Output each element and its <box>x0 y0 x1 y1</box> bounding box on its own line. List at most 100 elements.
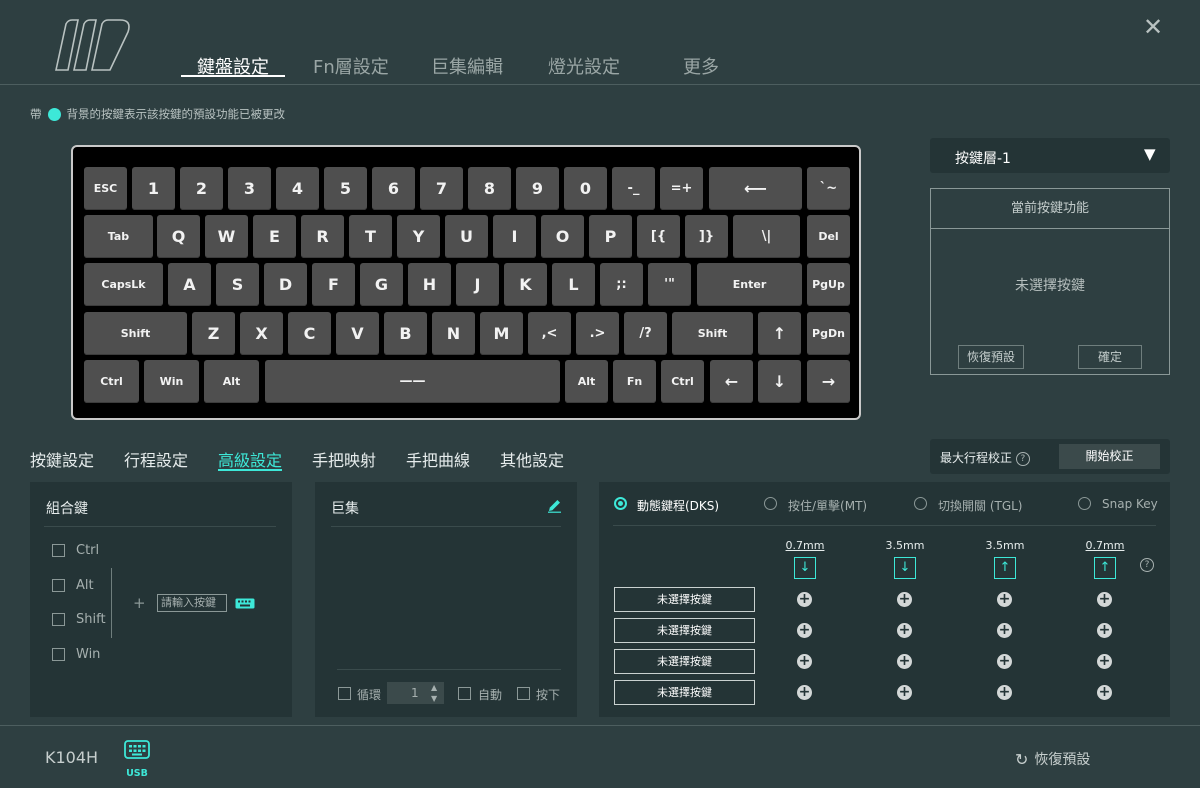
key-a-r2c1[interactable]: A <box>168 263 211 306</box>
key-n-r3c6[interactable]: N <box>432 312 475 355</box>
loop-stepper[interactable]: ▲ ▼ <box>431 682 437 704</box>
key-alt-r4c4[interactable]: Alt <box>565 360 608 403</box>
edit-pencil-icon[interactable] <box>547 498 562 513</box>
key-q-r1c1[interactable]: Q <box>157 215 200 258</box>
key-7-r0c7[interactable]: 7 <box>420 167 463 210</box>
key-o-r1c9[interactable]: O <box>541 215 584 258</box>
tab-macro-edit[interactable]: 巨集編輯 <box>431 53 503 79</box>
keyboard-icon[interactable] <box>235 598 255 609</box>
tab-more[interactable]: 更多 <box>683 53 719 79</box>
key-r1k11-r1c11[interactable]: [{ <box>637 215 680 258</box>
key-win-r4c1[interactable]: Win <box>144 360 199 403</box>
add-action-icon-r2c3[interactable]: + <box>997 623 1012 638</box>
key-v-r3c4[interactable]: V <box>336 312 379 355</box>
confirm-button[interactable]: 確定 <box>1078 345 1142 369</box>
key-r2k11-r2c11[interactable]: '" <box>648 263 691 306</box>
key-r0k13-r0c13[interactable]: ⟵ <box>709 167 802 210</box>
key-shift-r3c11[interactable]: Shift <box>672 312 753 355</box>
key-0-r0c10[interactable]: 0 <box>564 167 607 210</box>
key-enter-r2c12[interactable]: Enter <box>697 263 802 306</box>
key-pgdn-r3c13[interactable]: PgDn <box>807 312 850 355</box>
mt-radio[interactable] <box>764 497 777 510</box>
add-action-icon-r4c3[interactable]: + <box>997 685 1012 700</box>
key-2-r0c2[interactable]: 2 <box>180 167 223 210</box>
key-x-r3c2[interactable]: X <box>240 312 283 355</box>
add-action-icon-r3c3[interactable]: + <box>997 654 1012 669</box>
add-action-icon-r4c4[interactable]: + <box>1097 685 1112 700</box>
help-icon[interactable]: ? <box>1015 451 1030 466</box>
dks-key-slot-3[interactable]: 未選擇按鍵 <box>614 649 755 674</box>
key-r0k12-r0c12[interactable]: =+ <box>660 167 703 210</box>
add-action-icon-r3c4[interactable]: + <box>1097 654 1112 669</box>
dks-key-slot-4[interactable]: 未選擇按鍵 <box>614 680 755 705</box>
key-l-r2c9[interactable]: L <box>552 263 595 306</box>
layer-dropdown[interactable]: 按鍵層-1 ▼ <box>930 138 1170 173</box>
dks-help-icon[interactable]: ? <box>1140 558 1154 572</box>
key-r3k8-r3c8[interactable]: ,< <box>528 312 571 355</box>
reset-default-button[interactable]: 恢復預設 <box>958 345 1024 369</box>
key-c-r3c3[interactable]: C <box>288 312 331 355</box>
key-alt-r4c2[interactable]: Alt <box>204 360 259 403</box>
add-action-icon-r1c2[interactable]: + <box>897 592 912 607</box>
subtab-gamepad-mapping[interactable]: 手把映射 <box>312 447 376 471</box>
add-action-icon-r2c1[interactable]: + <box>797 623 812 638</box>
add-action-icon-r3c2[interactable]: + <box>897 654 912 669</box>
key-6-r0c6[interactable]: 6 <box>372 167 415 210</box>
key-r4k3-r4c3[interactable]: —— <box>265 360 560 403</box>
key-1-r0c1[interactable]: 1 <box>132 167 175 210</box>
auto-checkbox[interactable] <box>458 687 471 700</box>
key-r3k10-r3c10[interactable]: /? <box>624 312 667 355</box>
key-r4k9-r4c9[interactable]: → <box>807 360 850 403</box>
key-r0k11-r0c11[interactable]: -_ <box>612 167 655 210</box>
key-r3k9-r3c9[interactable]: .> <box>576 312 619 355</box>
restore-defaults-button[interactable]: ↻ 恢復預設 <box>1015 749 1090 769</box>
key-3-r0c3[interactable]: 3 <box>228 167 271 210</box>
win-checkbox[interactable] <box>52 648 65 661</box>
tab-lighting-settings[interactable]: 燈光設定 <box>548 53 620 79</box>
subtab-advanced-settings[interactable]: 高級設定 <box>218 447 282 471</box>
key-r1k12-r1c12[interactable]: ]} <box>685 215 728 258</box>
key-tab-r1c0[interactable]: Tab <box>84 215 153 258</box>
key-i-r1c8[interactable]: I <box>493 215 536 258</box>
key-9-r0c9[interactable]: 9 <box>516 167 559 210</box>
key-b-r3c5[interactable]: B <box>384 312 427 355</box>
dks-key-slot-1[interactable]: 未選擇按鍵 <box>614 587 755 612</box>
key-g-r2c5[interactable]: G <box>360 263 403 306</box>
key-f-r2c4[interactable]: F <box>312 263 355 306</box>
combo-key-input[interactable]: 請輸入按鍵 <box>157 594 227 612</box>
key-r2k10-r2c10[interactable]: ;: <box>600 263 643 306</box>
alt-checkbox[interactable] <box>52 579 65 592</box>
close-icon[interactable]: ✕ <box>1140 14 1166 40</box>
subtab-gamepad-curve[interactable]: 手把曲線 <box>406 447 470 471</box>
key-u-r1c7[interactable]: U <box>445 215 488 258</box>
key-ctrl-r4c6[interactable]: Ctrl <box>661 360 704 403</box>
snap-key-radio[interactable] <box>1078 497 1091 510</box>
key-k-r2c8[interactable]: K <box>504 263 547 306</box>
key-5-r0c5[interactable]: 5 <box>324 167 367 210</box>
key-m-r3c7[interactable]: M <box>480 312 523 355</box>
add-action-icon-r1c3[interactable]: + <box>997 592 1012 607</box>
key-s-r2c2[interactable]: S <box>216 263 259 306</box>
key-z-r3c1[interactable]: Z <box>192 312 235 355</box>
key-y-r1c6[interactable]: Y <box>397 215 440 258</box>
key-r0k14-r0c14[interactable]: `~ <box>807 167 850 210</box>
key-ctrl-r4c0[interactable]: Ctrl <box>84 360 139 403</box>
key-8-r0c8[interactable]: 8 <box>468 167 511 210</box>
start-calibration-button[interactable]: 開始校正 <box>1059 444 1160 469</box>
add-action-icon-r1c1[interactable]: + <box>797 592 812 607</box>
ctrl-checkbox[interactable] <box>52 544 65 557</box>
add-action-icon-r2c2[interactable]: + <box>897 623 912 638</box>
key-del-r1c14[interactable]: Del <box>807 215 850 258</box>
key-capslk-r2c0[interactable]: CapsLk <box>84 263 163 306</box>
shift-checkbox[interactable] <box>52 613 65 626</box>
key-pgup-r2c13[interactable]: PgUp <box>807 263 850 306</box>
key-w-r1c2[interactable]: W <box>205 215 248 258</box>
key-4-r0c4[interactable]: 4 <box>276 167 319 210</box>
subtab-travel-settings[interactable]: 行程設定 <box>124 447 188 471</box>
tgl-radio[interactable] <box>914 497 927 510</box>
key-r1k13-r1c13[interactable]: \| <box>733 215 800 258</box>
key-fn-r4c5[interactable]: Fn <box>613 360 656 403</box>
key-shift-r3c0[interactable]: Shift <box>84 312 187 355</box>
key-h-r2c6[interactable]: H <box>408 263 451 306</box>
subtab-other-settings[interactable]: 其他設定 <box>500 447 564 471</box>
